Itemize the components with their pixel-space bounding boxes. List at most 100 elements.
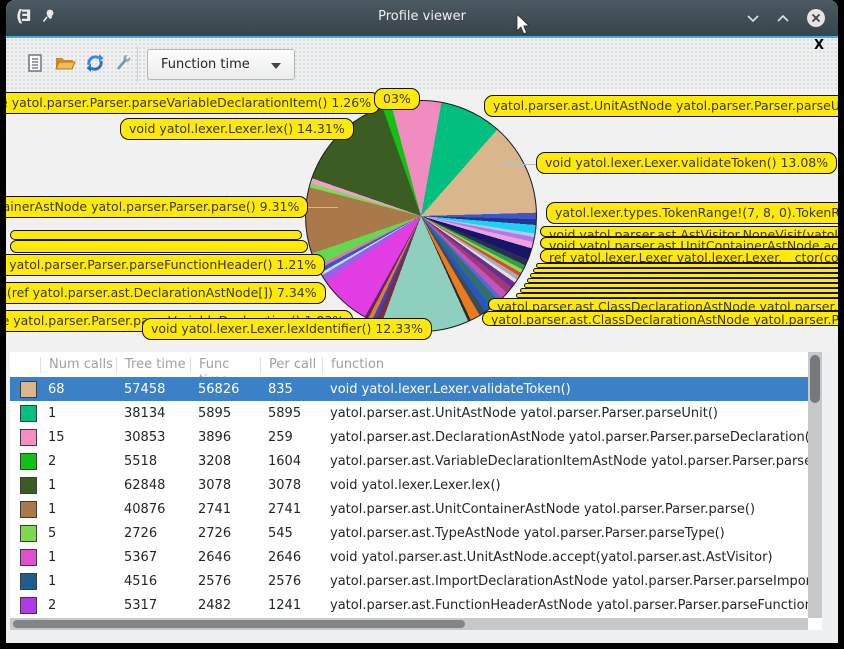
mouse-cursor — [515, 14, 531, 36]
col-num-calls[interactable]: Num calls — [40, 357, 116, 373]
table-row[interactable]: 1536726462646void yatol.parser.ast.UnitA… — [10, 545, 808, 569]
vertical-scrollbar[interactable] — [808, 352, 822, 618]
row-color-swatch — [20, 405, 37, 422]
report-button[interactable] — [22, 50, 48, 76]
table-header[interactable]: Num calls Tree time Func time Per call f… — [10, 352, 808, 377]
cell-tree-time: 5317 — [116, 598, 190, 613]
col-func-time[interactable]: Func time — [190, 357, 260, 373]
close-button[interactable] — [806, 8, 826, 28]
horizontal-scrollbar-thumb[interactable] — [13, 620, 465, 628]
cell-num-calls: 1 — [40, 478, 116, 493]
chevron-down-icon — [271, 63, 281, 69]
cell-per-call: 5895 — [260, 406, 322, 421]
col-function[interactable]: function — [322, 357, 808, 373]
pie-callout-label: yatol.parser.ast.UnitAstNode yatol.parse… — [484, 95, 838, 117]
wrench-icon — [112, 52, 134, 74]
open-file-button[interactable] — [52, 50, 78, 76]
table-row[interactable]: 15308533896259yatol.parser.ast.Declarati… — [10, 425, 808, 449]
pie-callout-label: yatol.parser.ast.UnitContainerAstNode ya… — [6, 196, 308, 218]
row-color-swatch — [20, 381, 37, 398]
cell-tree-time: 2726 — [116, 526, 190, 541]
cell-num-calls: 1 — [40, 574, 116, 589]
window-title: Profile viewer — [6, 9, 838, 24]
cell-per-call: 3078 — [260, 478, 322, 493]
cell-func-time: 3896 — [190, 430, 260, 445]
pie-callout-label: yatol.parser.ast.FunctionHeaderAstNode y… — [6, 254, 325, 276]
cell-function: yatol.parser.ast.TypeAstNode yatol.parse… — [322, 526, 808, 541]
report-icon — [26, 53, 44, 73]
pie-callout-label: void yatol.parser.ast.AstVisitor.NoneVis… — [540, 226, 838, 237]
pie-callout-label: void yatol.parser.ast.UnitContainerAstNo… — [540, 237, 838, 249]
pie-callout-label: yatol.parser.ast.ClassDeclarationAstNode… — [488, 298, 838, 311]
table-row[interactable]: 527262726545yatol.parser.ast.TypeAstNode… — [10, 521, 808, 545]
cell-per-call: 545 — [260, 526, 322, 541]
table-row[interactable]: 16284830783078void yatol.lexer.Lexer.lex… — [10, 473, 808, 497]
cell-tree-time: 57458 — [116, 382, 190, 397]
table-row[interactable]: 14087627412741yatol.parser.ast.UnitConta… — [10, 497, 808, 521]
horizontal-scrollbar[interactable] — [10, 618, 808, 630]
pie-callout-label — [10, 240, 308, 253]
cell-tree-time: 40876 — [116, 502, 190, 517]
pie-callout-label: yatol.parser.ast.ClassDeclarationAstNode… — [482, 311, 838, 326]
cell-num-calls: 1 — [40, 406, 116, 421]
cell-per-call: 2646 — [260, 550, 322, 565]
row-color-swatch — [20, 477, 37, 494]
cell-tree-time: 62848 — [116, 478, 190, 493]
cell-num-calls: 68 — [40, 382, 116, 397]
row-color-swatch — [20, 573, 37, 590]
cell-function: yatol.parser.ast.FunctionHeaderAstNode y… — [322, 598, 808, 613]
table-row[interactable]: 13813458955895yatol.parser.ast.UnitAstNo… — [10, 401, 808, 425]
vertical-scrollbar-thumb[interactable] — [810, 355, 820, 403]
table-row[interactable]: 2551832081604yatol.parser.ast.VariableDe… — [10, 449, 808, 473]
cell-per-call: 259 — [260, 430, 322, 445]
refresh-icon — [84, 52, 106, 74]
cell-tree-time: 38134 — [116, 406, 190, 421]
row-color-swatch — [20, 453, 37, 470]
col-per-call[interactable]: Per call — [260, 357, 322, 373]
table-row[interactable]: 685745856826835void yatol.lexer.Lexer.va… — [10, 377, 808, 401]
cell-function: yatol.parser.ast.ImportDeclarationAstNod… — [322, 574, 808, 589]
cell-tree-time: 5367 — [116, 550, 190, 565]
pie-callout-label — [10, 230, 302, 240]
cell-function: void yatol.parser.ast.UnitAstNode.accept… — [322, 550, 808, 565]
refresh-button[interactable] — [82, 50, 108, 76]
pie-callout-label: ref yatol.lexer.Lexer yatol.lexer.Lexer.… — [540, 249, 838, 263]
shade-button[interactable] — [746, 13, 760, 23]
cell-num-calls: 5 — [40, 526, 116, 541]
table-row[interactable]: 1451625762576yatol.parser.ast.ImportDecl… — [10, 569, 808, 593]
pie-callout-label: void yatol.lexer.Lexer.lexIdentifier() 1… — [142, 318, 432, 340]
cell-tree-time: 4516 — [116, 574, 190, 589]
row-color-swatch — [20, 597, 37, 614]
dock-close-button[interactable]: X — [814, 38, 824, 53]
cell-func-time: 2482 — [190, 598, 260, 613]
cell-func-time: 5895 — [190, 406, 260, 421]
cell-func-time: 2646 — [190, 550, 260, 565]
open-folder-icon — [54, 53, 76, 73]
chart-area: yatol.parser.ast.VariableDeclarationItem… — [6, 90, 838, 348]
cell-func-time: 56826 — [190, 382, 260, 397]
table-row[interactable]: 2531724821241yatol.parser.ast.FunctionHe… — [10, 593, 808, 617]
toolbar: Function time X — [6, 38, 838, 90]
profile-table: Num calls Tree time Func time Per call f… — [10, 352, 822, 630]
cell-function: yatol.parser.ast.UnitContainerAstNode ya… — [322, 502, 808, 517]
screen: (Ǝ Profile viewer — [0, 0, 844, 649]
col-tree-time[interactable]: Tree time — [116, 357, 190, 373]
col-swatch[interactable] — [10, 357, 40, 373]
pie-callout-label: void yatol.lexer.Lexer.validateToken() 1… — [536, 152, 837, 174]
profile-viewer-window: (Ǝ Profile viewer — [6, 0, 838, 643]
cell-func-time: 3208 — [190, 454, 260, 469]
title-bar[interactable]: (Ǝ Profile viewer — [6, 0, 838, 36]
cell-function: yatol.parser.ast.UnitAstNode yatol.parse… — [322, 406, 808, 421]
cell-per-call: 2741 — [260, 502, 322, 517]
cell-function: yatol.parser.ast.DeclarationAstNode yato… — [322, 430, 808, 445]
settings-button[interactable] — [110, 50, 136, 76]
row-color-swatch — [20, 549, 37, 566]
cell-function: void yatol.lexer.Lexer.validateToken() — [322, 382, 808, 397]
maximize-button[interactable] — [776, 13, 790, 23]
row-color-swatch — [20, 429, 37, 446]
row-color-swatch — [20, 525, 37, 542]
cell-per-call: 1241 — [260, 598, 322, 613]
cell-num-calls: 2 — [40, 454, 116, 469]
pie-callout-label: void yatol.parser.Parser.parseDeclaratio… — [6, 282, 326, 304]
view-mode-dropdown[interactable]: Function time — [147, 49, 295, 80]
